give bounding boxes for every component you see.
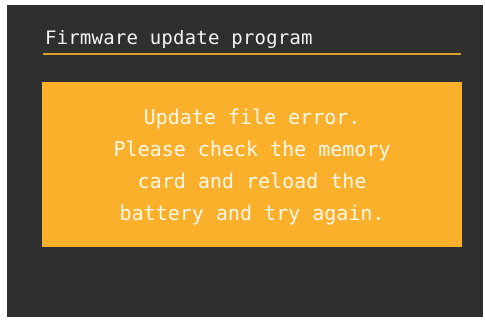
title-underline	[43, 53, 461, 55]
error-message-line: battery and try again.	[119, 200, 385, 225]
error-message-line: card and reload the	[137, 168, 367, 193]
error-message-line: Update file error.	[143, 104, 361, 129]
error-message-line: Please check the memory	[113, 136, 391, 161]
error-message-box: Update file error. Please check the memo…	[42, 82, 462, 247]
dialog-title: Firmware update program	[45, 27, 313, 49]
camera-lcd-screen: Firmware update program Update file erro…	[7, 5, 483, 317]
